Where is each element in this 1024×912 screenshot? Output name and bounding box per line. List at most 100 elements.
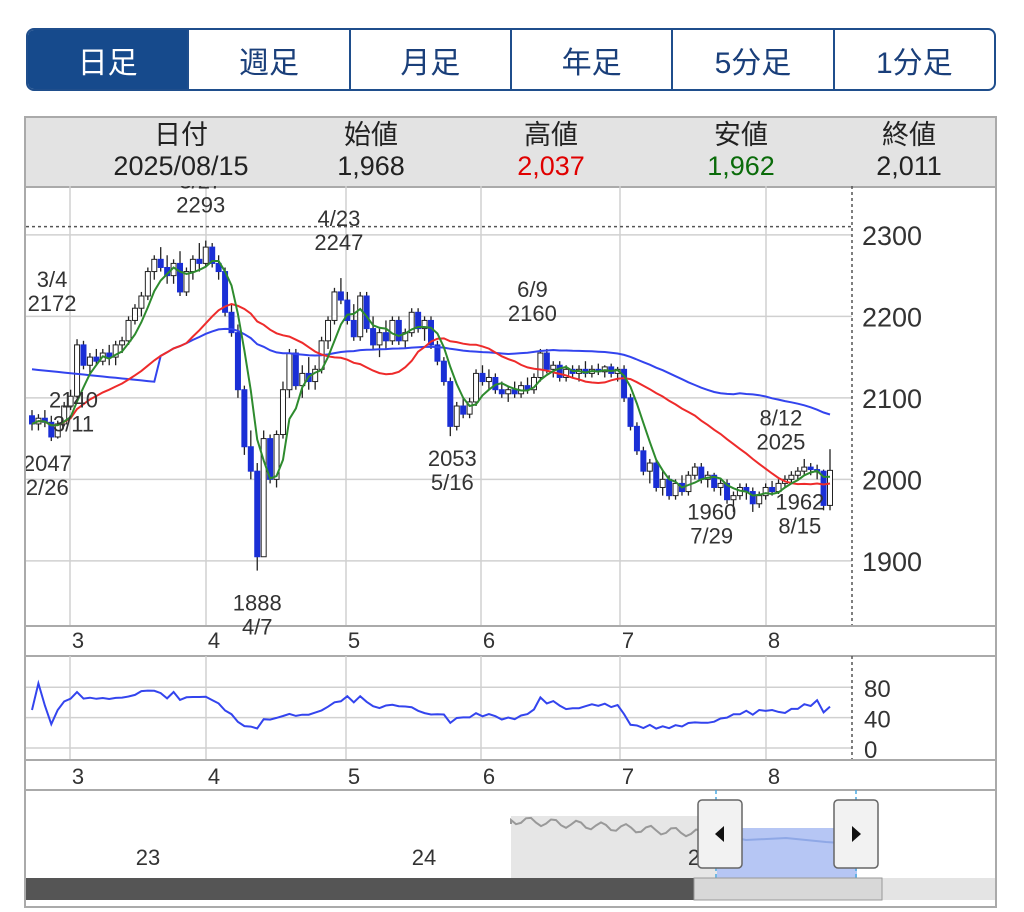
month-tick-label: 7 — [622, 764, 634, 789]
annotation-label: 2140 — [49, 387, 98, 412]
price-tick-label: 1900 — [862, 547, 922, 577]
month-tick-label: 8 — [768, 764, 780, 789]
annotation-label: 2025 — [756, 429, 805, 454]
month-tick-label: 6 — [483, 628, 495, 653]
candle-body — [769, 486, 776, 493]
candle-body — [627, 397, 634, 427]
indicator-tick-label: 40 — [864, 707, 891, 734]
month-tick-label: 4 — [208, 764, 220, 789]
low-value: 1,962 — [707, 151, 775, 181]
candle-body — [357, 295, 364, 338]
annotation-label: 2293 — [176, 193, 225, 218]
candle-body — [202, 246, 209, 264]
high-value: 2,037 — [517, 151, 585, 181]
candle-body — [756, 495, 763, 505]
overview-right-handle[interactable] — [833, 799, 879, 869]
low-label: 安値 — [714, 120, 768, 150]
candle-body — [666, 478, 673, 497]
annotation-label: 2/26 — [26, 475, 69, 500]
candle-body — [93, 356, 100, 362]
indicator-line — [31, 679, 831, 730]
annotation-label: 2172 — [28, 291, 77, 316]
candle-body — [788, 474, 795, 480]
date-label: 日付 — [154, 120, 208, 150]
annotation-label: 2053 — [428, 446, 477, 471]
price-annotations: 3/2722933/4217221403/1120472/264/2322471… — [26, 186, 824, 640]
candle-body — [505, 389, 512, 395]
timeframe-tabs: 日足 週足 月足 年足 5分足 1分足 — [26, 28, 996, 91]
annotation-label: 6/9 — [517, 277, 548, 302]
candle-body — [157, 258, 164, 268]
candle-body — [485, 376, 492, 383]
price-tick-label: 2300 — [862, 221, 922, 251]
candle-body — [473, 372, 480, 403]
candle-body — [363, 295, 370, 330]
scrollbar-fill — [26, 878, 694, 900]
candle-body — [196, 258, 203, 264]
month-tick-label: 3 — [72, 764, 84, 789]
candle-body — [453, 405, 460, 427]
price-tick-label: 2100 — [862, 384, 922, 414]
candle-body — [337, 291, 344, 301]
annotation-label: 4/23 — [317, 206, 360, 231]
annotation-label: 3/11 — [53, 411, 94, 436]
month-tick-label: 5 — [348, 764, 360, 789]
tab-5[interactable]: 1分足 — [832, 30, 994, 89]
tab-2[interactable]: 月足 — [348, 30, 510, 89]
candle-body — [646, 462, 653, 472]
candle-body — [125, 319, 132, 342]
candle-body — [151, 258, 158, 273]
price-tick-label: 2000 — [862, 465, 922, 495]
candle-body — [659, 478, 666, 488]
candle-body — [279, 389, 286, 436]
tab-0[interactable]: 日足 — [28, 30, 188, 89]
candle-body — [370, 328, 377, 346]
candle-body — [80, 344, 87, 366]
candle-body — [119, 340, 126, 346]
candle-body — [537, 352, 544, 378]
candle-body — [698, 466, 705, 480]
candle-body — [550, 364, 557, 370]
main-grid — [26, 186, 995, 627]
ohlc-info-bar: 日付 2025/08/15 始値 1,968 高値 2,037 安値 1,962… — [26, 118, 995, 188]
candle-body — [395, 319, 402, 342]
overview-left-handle[interactable] — [697, 799, 743, 869]
candle-body — [440, 360, 447, 383]
close-value: 2,011 — [876, 151, 942, 181]
tab-1[interactable]: 週足 — [187, 30, 348, 89]
candle-body — [325, 319, 332, 342]
candle-body — [498, 389, 505, 395]
candle-body — [189, 258, 196, 273]
candle-body — [144, 271, 151, 297]
annotation-label: 7/29 — [690, 523, 733, 548]
candle-body — [672, 482, 679, 497]
high-column: 高値 2,037 — [491, 120, 611, 182]
month-tick-label: 8 — [768, 628, 780, 653]
price-tick-label: 2200 — [862, 302, 922, 332]
candle-body — [447, 381, 454, 427]
price-axis: 2300 2200 2100 2000 1900 — [862, 221, 922, 577]
candle-body — [640, 450, 647, 472]
candle-body — [794, 470, 801, 476]
tab-4[interactable]: 5分足 — [671, 30, 832, 89]
scrollbar-thumb[interactable] — [693, 877, 883, 901]
indicator-panel: 3 4 5 6 7 8804003 4 5 6 7 8 — [26, 628, 995, 791]
stock-chart[interactable]: 3/2722933/4217221403/1120472/264/2322471… — [26, 186, 995, 908]
annotation-label: 2160 — [508, 301, 557, 326]
month-tick-label: 5 — [348, 628, 360, 653]
high-label: 高値 — [524, 120, 578, 150]
indicator-tick-label: 80 — [864, 676, 891, 703]
candle-body — [460, 405, 467, 415]
tab-3[interactable]: 年足 — [509, 30, 671, 89]
close-label: 終値 — [882, 120, 936, 150]
annotation-label: 2247 — [314, 230, 363, 255]
candle-body — [827, 469, 833, 506]
open-value: 1,968 — [337, 151, 405, 181]
candle-body — [247, 446, 254, 472]
candle-body — [254, 470, 261, 558]
overview-year-label: 23 — [136, 845, 160, 870]
annotation-label: 1888 — [233, 591, 282, 616]
annotation-label: 8/12 — [760, 405, 803, 430]
candle-body — [691, 466, 698, 476]
month-tick-label: 7 — [622, 628, 634, 653]
